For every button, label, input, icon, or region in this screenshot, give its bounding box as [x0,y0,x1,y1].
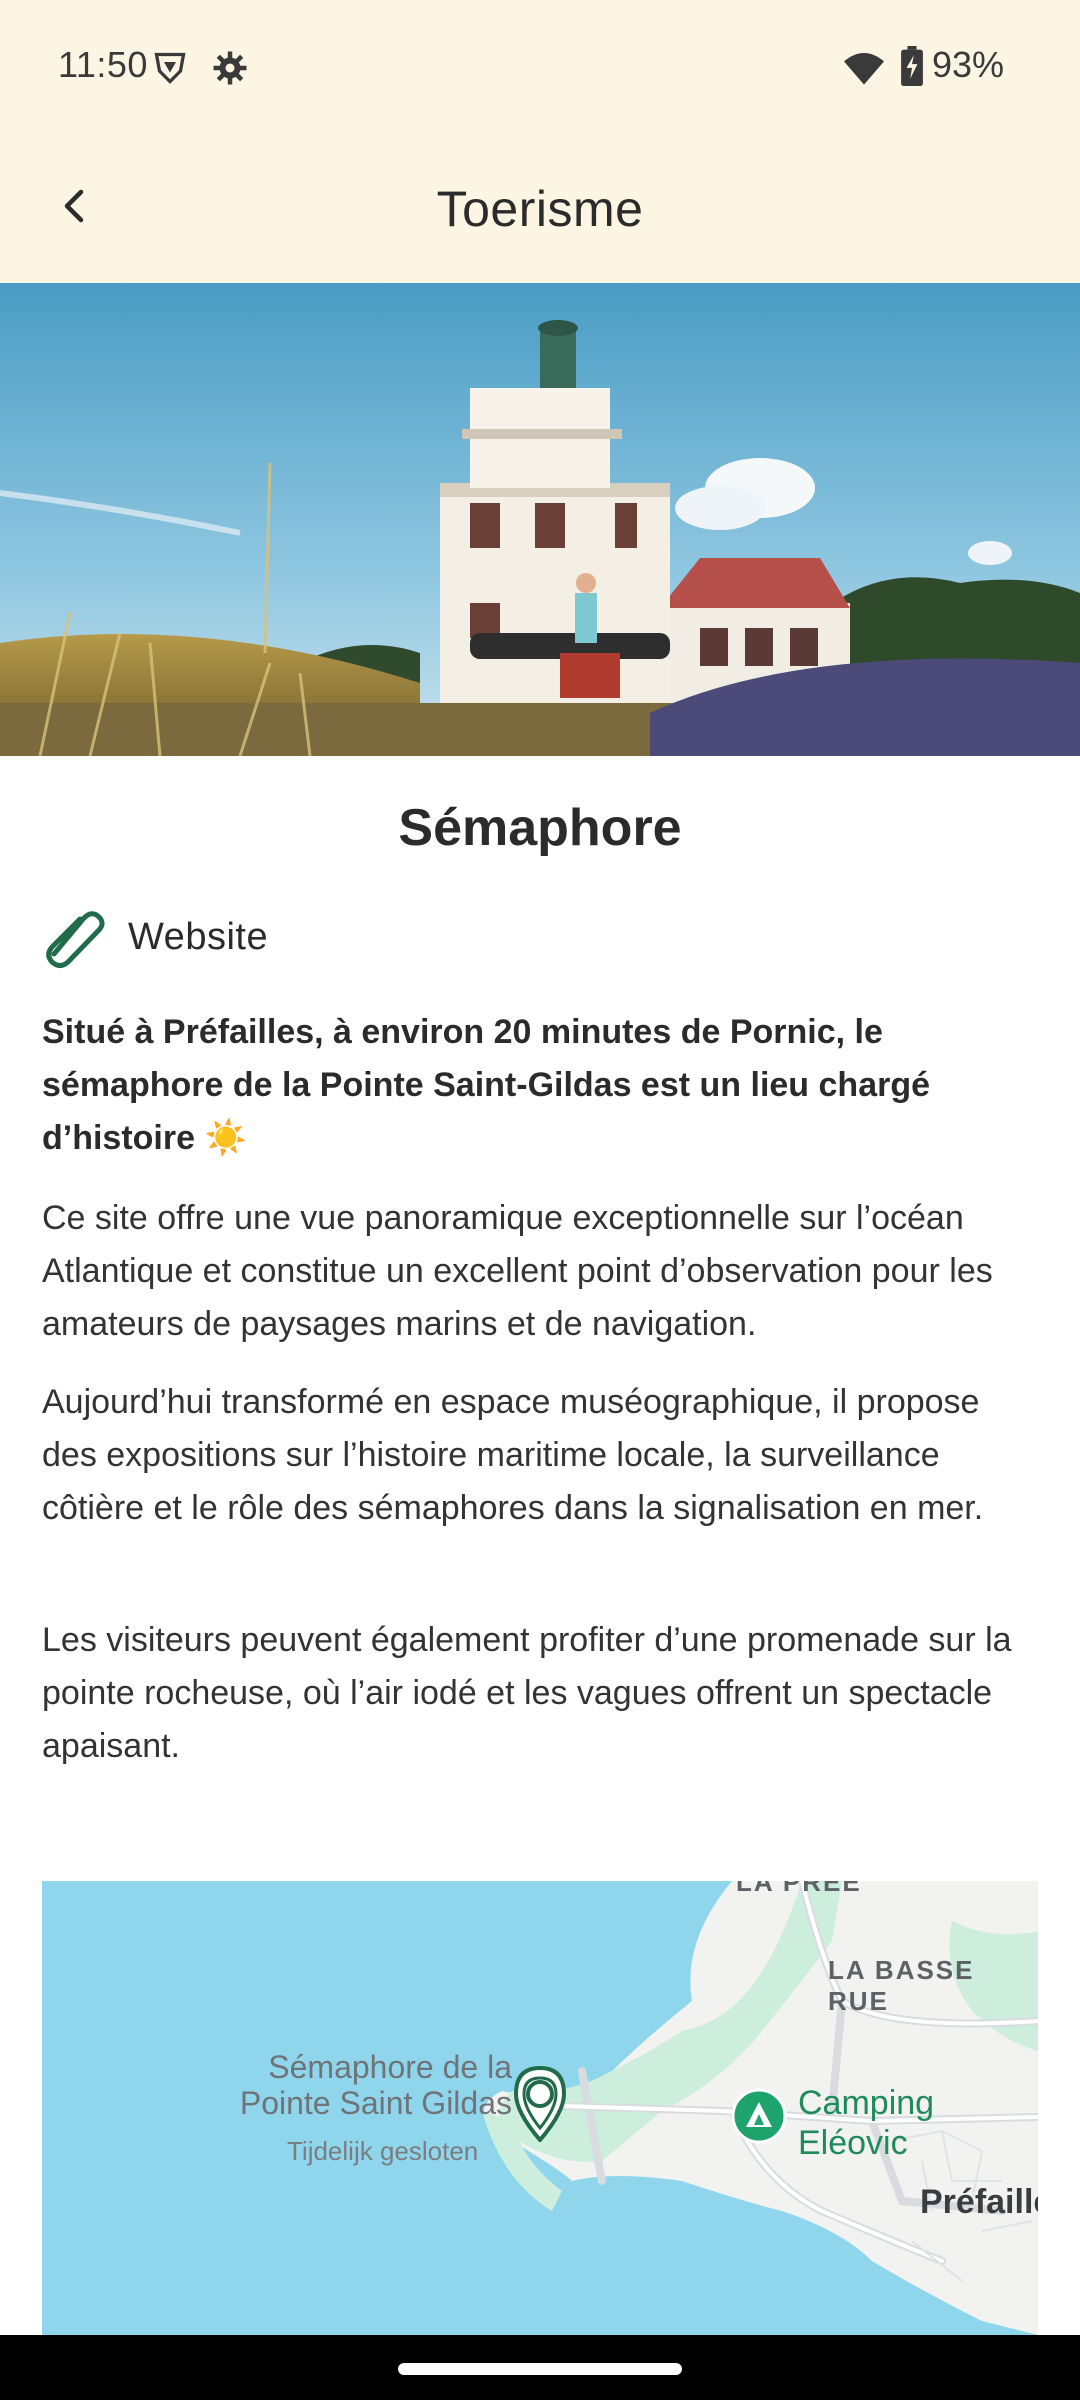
poi-map-status: Tijdelijk gesloten [287,2136,479,2166]
description-paragraph: Les visiteurs peuvent également profiter… [42,1621,1012,1765]
status-time: 11:50 [58,44,148,85]
poi-map-name-line1: Sémaphore de la [268,2049,512,2085]
camping-map-label-line2: Eléovic [798,2124,908,2162]
website-label: Website [128,915,269,958]
hero-image [0,283,1080,756]
map-label-la-basse-rue: LA BASSE RUE [828,1955,975,2016]
wifi-icon [844,50,884,91]
page-title: Toerisme [436,181,644,237]
app-bar: Toerisme [0,140,1080,283]
intro-text: Situé à Préfailles, à environ 20 minutes… [42,1013,931,1157]
website-link[interactable]: Website [40,902,268,972]
poi-map-marker[interactable] [512,2065,568,2147]
paperclip-icon [46,911,105,968]
poi-map-name: Sémaphore de la Pointe Saint Gildas [192,2049,512,2121]
camping-map-label: Camping Eléovic [798,2083,934,2163]
poi-map-name-line2: Pointe Saint Gildas [239,2085,512,2121]
vpn-shield-icon [152,50,188,91]
poi-title: Sémaphore [398,799,682,857]
camping-map-marker[interactable] [730,2087,788,2150]
campground-icon [731,2088,787,2144]
map-pin-icon [513,2065,567,2144]
home-gesture-handle[interactable] [398,2363,682,2375]
map-label-la-pree: LA PREE [736,1881,862,1897]
description-paragraph: Aujourd’hui transformé en espace muséogr… [42,1383,984,1527]
status-bar: 11:50 93% [0,0,1080,140]
map-label-town: Préfailles [920,2183,1038,2221]
camping-map-label-line1: Camping [798,2084,935,2122]
map-view[interactable]: LA PREE LA BASSE RUE Sémaphore de la Poi… [42,1881,1038,2335]
battery-percentage: 93% [931,44,1004,85]
settings-gear-icon [212,50,248,91]
description-paragraph: Ce site offre une vue panoramique except… [42,1199,993,1343]
system-nav-bar [0,2335,1080,2400]
battery-charging-icon [900,46,924,91]
